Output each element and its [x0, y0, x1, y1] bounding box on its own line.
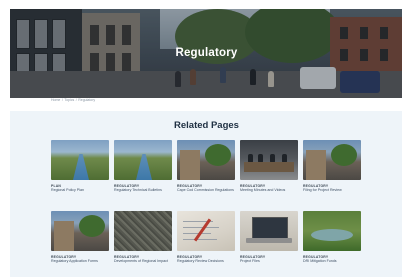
card-title[interactable]: Regulatory Review Decisions: [177, 259, 237, 263]
breadcrumb-topics[interactable]: Topics: [64, 98, 74, 102]
related-card[interactable]: REGULATORY Meeting Minutes and Videos: [240, 140, 298, 200]
breadcrumb-separator: /: [61, 98, 63, 102]
card-title[interactable]: Regulatory Technical Bulletins: [114, 188, 174, 192]
related-card[interactable]: REGULATORY DRI Mitigation Funds: [303, 211, 361, 271]
hero-banner: Regulatory: [10, 9, 402, 98]
paper-image: [177, 211, 235, 251]
street-image: [177, 140, 235, 180]
breadcrumb-separator: /: [75, 98, 77, 102]
card-title[interactable]: Project Files: [240, 259, 300, 263]
related-card[interactable]: REGULATORY Filing for Project Review: [303, 140, 361, 200]
aerial-image: [114, 211, 172, 251]
card-title[interactable]: Filing for Project Review: [303, 188, 363, 192]
card-title[interactable]: Regulatory Application Forms: [51, 259, 111, 263]
card-title[interactable]: Cape Cod Commission Regulations: [177, 188, 237, 192]
card-title[interactable]: Meeting Minutes and Videos: [240, 188, 300, 192]
related-card[interactable]: PLAN Regional Policy Plan: [51, 140, 109, 200]
meeting-image: [240, 140, 298, 180]
card-title[interactable]: DRI Mitigation Funds: [303, 259, 363, 263]
breadcrumb-current: Regulatory: [78, 98, 96, 102]
card-title[interactable]: Developments of Regional Impact: [114, 259, 174, 263]
related-pages-heading: Related Pages: [174, 120, 239, 131]
street-image: [303, 140, 361, 180]
related-card[interactable]: REGULATORY Regulatory Technical Bulletin…: [114, 140, 172, 200]
related-card[interactable]: REGULATORY Developments of Regional Impa…: [114, 211, 172, 271]
card-title[interactable]: Regional Policy Plan: [51, 188, 111, 192]
related-card[interactable]: REGULATORY Regulatory Review Decisions: [177, 211, 235, 271]
street-image: [51, 211, 109, 251]
pond-image: [303, 211, 361, 251]
field-road-image: [51, 140, 109, 180]
breadcrumb: Home / Topics / Regulatory: [51, 98, 95, 102]
related-card[interactable]: REGULATORY Project Files: [240, 211, 298, 271]
related-pages-section: Related Pages PLAN Regional Policy Plan …: [10, 111, 402, 277]
breadcrumb-home[interactable]: Home: [51, 98, 60, 102]
page-title: Regulatory: [175, 47, 238, 59]
laptop-image: [240, 211, 298, 251]
field-road-image: [114, 140, 172, 180]
related-card[interactable]: REGULATORY Cape Cod Commission Regulatio…: [177, 140, 235, 200]
related-card[interactable]: REGULATORY Regulatory Application Forms: [51, 211, 109, 271]
